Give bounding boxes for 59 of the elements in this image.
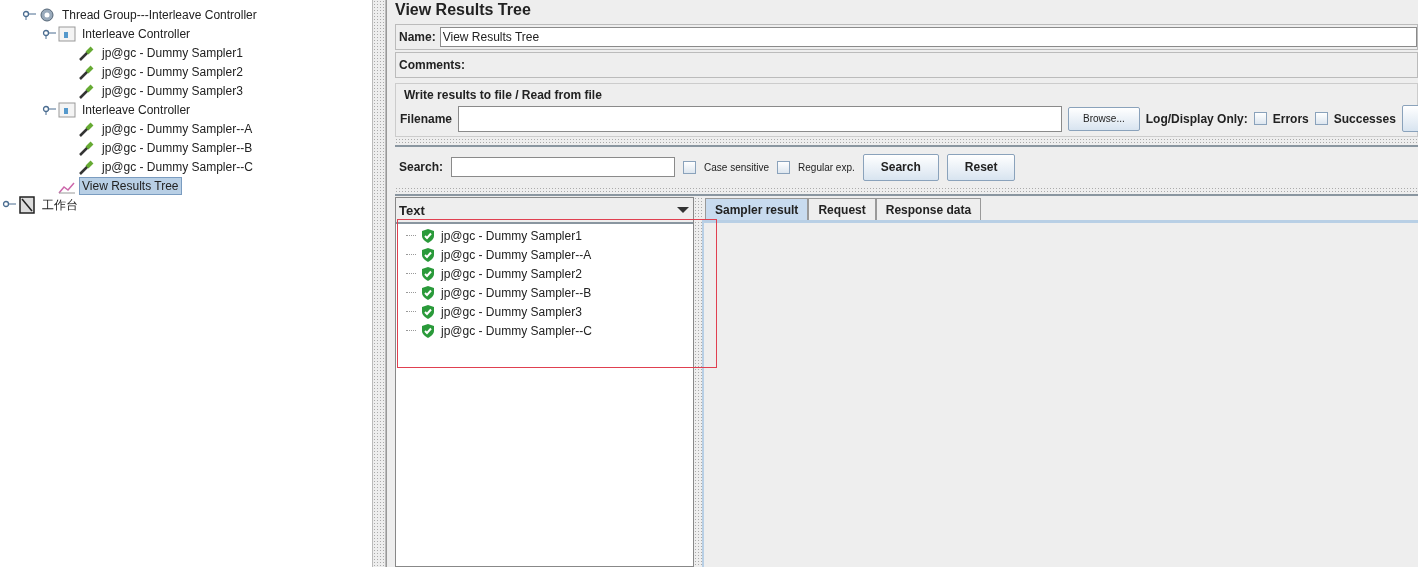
expander-icon[interactable] xyxy=(42,104,56,115)
tree-item[interactable]: jp@gc - Dummy Sampler--B xyxy=(99,138,256,157)
caret-icon xyxy=(677,206,689,214)
field-label: Filename xyxy=(400,111,453,126)
tree-item[interactable]: jp@gc - Dummy Sampler3 xyxy=(99,81,246,100)
expander-icon[interactable] xyxy=(42,28,56,39)
search-field[interactable] xyxy=(451,157,676,177)
checkbox[interactable] xyxy=(1253,112,1267,125)
tab[interactable]: Sampler result xyxy=(705,198,809,220)
shield-check-icon xyxy=(420,227,436,244)
tree-item[interactable]: Thread Group---Interleave Controller xyxy=(59,5,260,24)
controller-icon xyxy=(58,100,76,119)
name-field[interactable]: View Results Tree xyxy=(439,27,1417,47)
field-label: Search: xyxy=(399,160,444,174)
checkbox-label: Successes xyxy=(1333,111,1396,126)
shield-check-icon xyxy=(420,265,436,282)
result-item[interactable]: jp@gc - Dummy Sampler--B xyxy=(441,285,592,300)
result-item[interactable]: jp@gc - Dummy Sampler--A xyxy=(441,247,592,262)
tab[interactable]: Request xyxy=(808,198,876,220)
expander-icon[interactable] xyxy=(22,9,36,20)
tree-item[interactable]: View Results Tree xyxy=(79,176,182,195)
field-label: Name: xyxy=(399,30,436,44)
group-title: Write results to file / Read from file xyxy=(404,88,603,102)
clipboard-icon xyxy=(18,195,36,214)
tab[interactable]: Response data xyxy=(875,198,982,220)
tree-item[interactable]: jp@gc - Dummy Sampler2 xyxy=(99,62,246,81)
gear-icon xyxy=(38,5,56,24)
field-label: Comments: xyxy=(399,58,465,72)
search-button[interactable]: Search xyxy=(862,153,939,181)
tree-item[interactable]: 工作台 xyxy=(39,195,81,214)
checkbox-label: Case sensitive xyxy=(704,161,770,173)
tree-item[interactable]: jp@gc - Dummy Sampler1 xyxy=(99,43,246,62)
result-item[interactable]: jp@gc - Dummy Sampler1 xyxy=(441,228,582,243)
tree-item[interactable]: Interleave Controller xyxy=(79,100,194,119)
splitter-bar[interactable] xyxy=(694,197,702,567)
controller-icon xyxy=(58,24,76,43)
search-button[interactable]: Reset xyxy=(946,153,1016,181)
tree-item[interactable]: jp@gc - Dummy Sampler--C xyxy=(99,157,256,176)
shield-check-icon xyxy=(420,284,436,301)
expander-icon[interactable] xyxy=(2,199,16,210)
browse-button[interactable]: Browse... xyxy=(1068,106,1140,131)
checkbox-label: Errors xyxy=(1272,111,1309,126)
shield-check-icon xyxy=(420,246,436,263)
shield-check-icon xyxy=(420,303,436,320)
result-item[interactable]: jp@gc - Dummy Sampler2 xyxy=(441,266,582,281)
shield-check-icon xyxy=(420,322,436,339)
checkbox[interactable] xyxy=(777,160,791,174)
checkbox[interactable] xyxy=(683,160,697,174)
field-label: Log/Display Only: xyxy=(1145,111,1248,126)
checkbox[interactable] xyxy=(1314,112,1328,125)
result-item[interactable]: jp@gc - Dummy Sampler--C xyxy=(441,323,592,338)
panel-title: View Results Tree xyxy=(395,0,532,20)
tree-item[interactable]: jp@gc - Dummy Sampler--A xyxy=(99,119,256,138)
result-item[interactable]: jp@gc - Dummy Sampler3 xyxy=(441,304,582,319)
checkbox-label: Regular exp. xyxy=(798,161,855,173)
splitter-bar[interactable] xyxy=(395,138,1418,147)
filename-field[interactable] xyxy=(458,105,1063,132)
tree-item[interactable]: Interleave Controller xyxy=(79,24,194,43)
splitter-bar[interactable] xyxy=(372,0,386,567)
